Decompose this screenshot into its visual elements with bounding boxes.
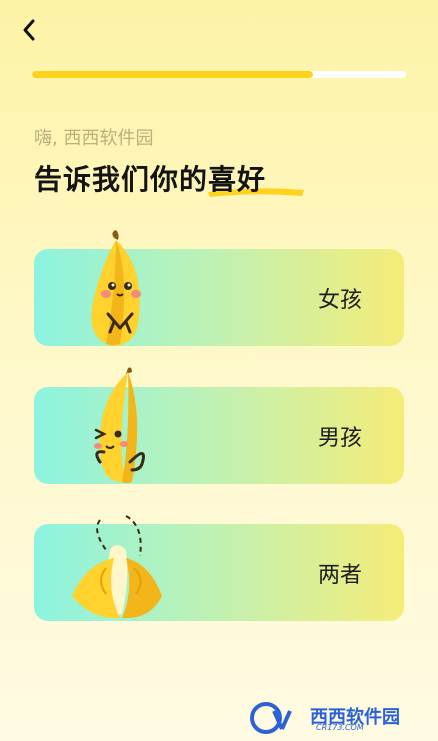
back-button[interactable]	[14, 14, 46, 46]
banana-wink-icon	[94, 367, 145, 483]
banana-peeled-icon	[72, 515, 162, 619]
progress-bar	[32, 71, 406, 78]
banana-shy-icon	[91, 230, 141, 346]
option-label: 女孩	[317, 287, 362, 313]
greeting-text: 嗨, 西西软件园	[34, 128, 154, 149]
page-title: 告诉我们你的喜好	[34, 163, 267, 196]
watermark: 西西软件园 CR173.COM	[248, 701, 428, 735]
chevron-left-icon	[23, 19, 35, 41]
option-label: 男孩	[317, 425, 362, 451]
progress-fill	[32, 71, 313, 78]
option-label: 两者	[317, 562, 362, 588]
watermark-domain: CR173.COM	[316, 723, 364, 732]
brand-logo-icon	[250, 702, 292, 734]
